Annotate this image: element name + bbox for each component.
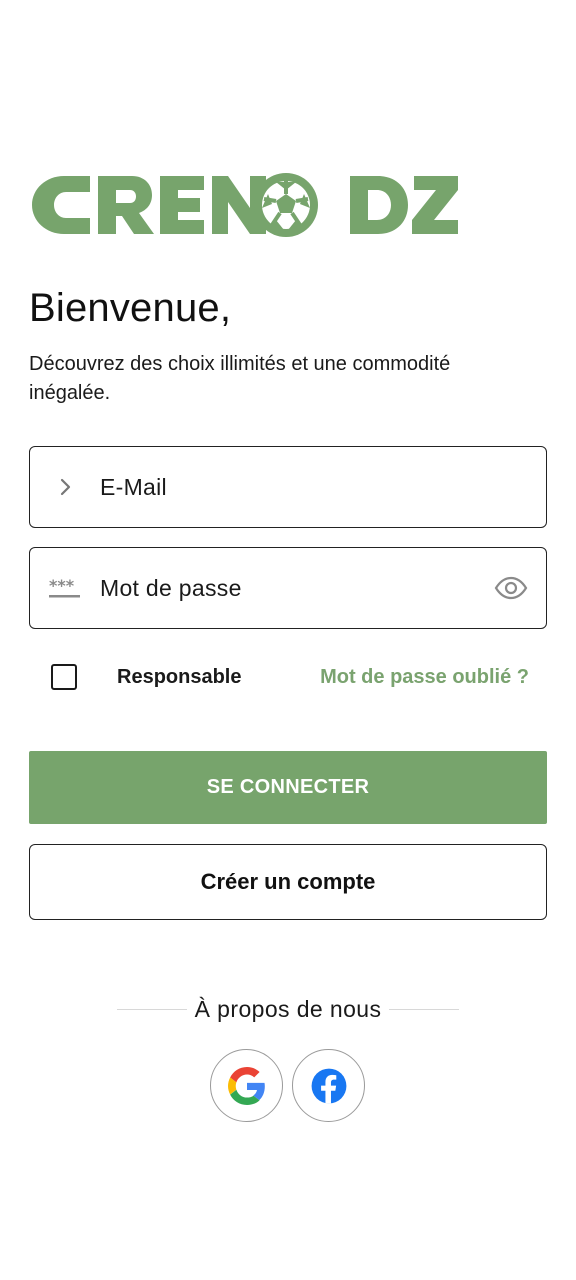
- forgot-password-link[interactable]: Mot de passe oublié ?: [320, 666, 529, 689]
- about-divider: À propos de nous: [117, 996, 460, 1023]
- svg-text:***: ***: [49, 577, 75, 595]
- chevron-right-icon: [30, 477, 100, 497]
- google-login-button[interactable]: [210, 1049, 283, 1122]
- about-link[interactable]: À propos de nous: [187, 996, 390, 1023]
- facebook-icon: [311, 1068, 346, 1103]
- brand-logo: [32, 173, 458, 237]
- eye-icon[interactable]: [476, 576, 546, 600]
- email-field[interactable]: E-Mail: [29, 446, 547, 528]
- page-title: Bienvenue,: [29, 286, 232, 330]
- facebook-login-button[interactable]: [292, 1049, 365, 1122]
- password-label: Mot de passe: [100, 574, 242, 601]
- remember-label[interactable]: Responsable: [117, 666, 241, 689]
- remember-checkbox[interactable]: [51, 664, 77, 690]
- divider-line-right: [389, 1009, 460, 1010]
- email-label: E-Mail: [100, 473, 167, 500]
- password-mask-icon: ***: [30, 577, 100, 599]
- google-icon: [227, 1066, 265, 1105]
- divider-line-left: [117, 1009, 187, 1010]
- create-account-button[interactable]: Créer un compte: [29, 844, 547, 920]
- password-field[interactable]: *** Mot de passe: [29, 547, 547, 629]
- login-button[interactable]: SE CONNECTER: [29, 751, 547, 824]
- page-subtitle: Découvrez des choix illimités et une com…: [29, 353, 451, 404]
